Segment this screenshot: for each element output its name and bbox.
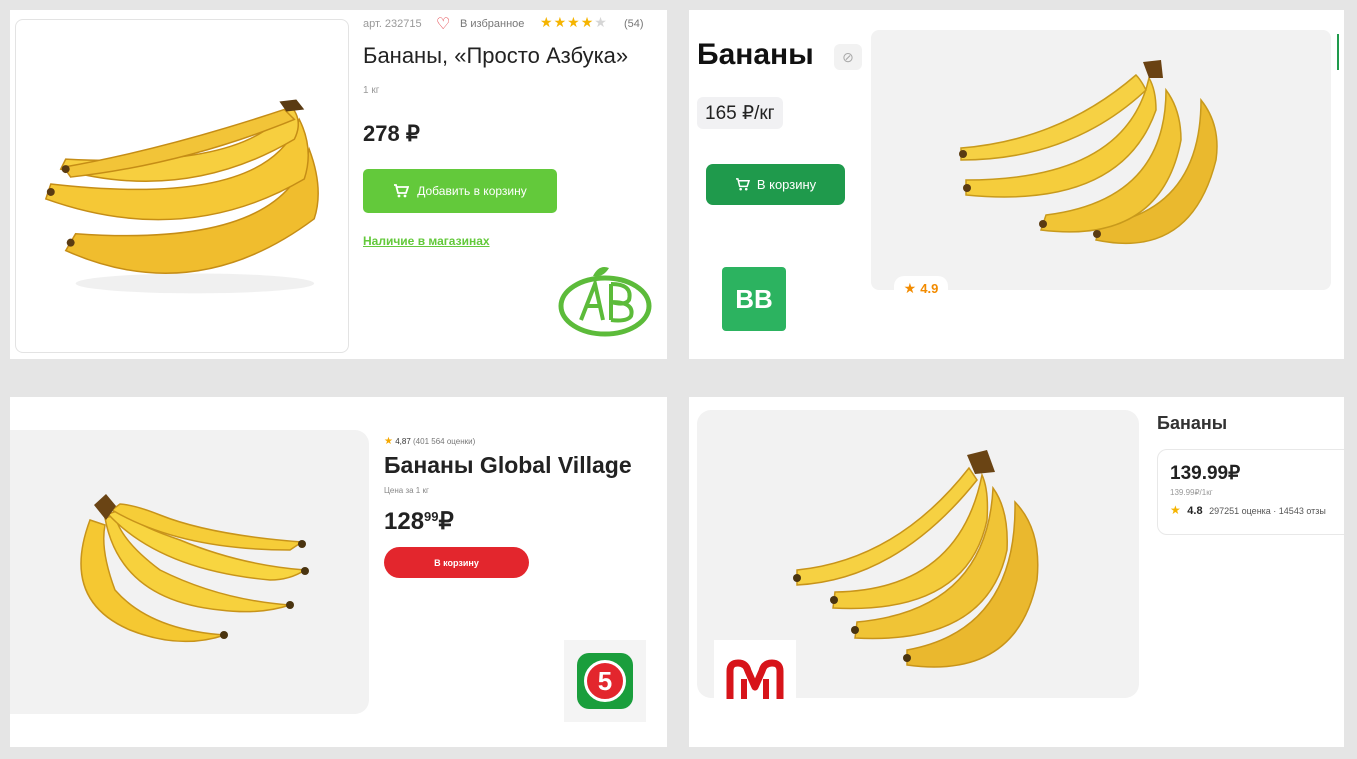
rating-row: ★ 4.8 297251 оценка · 14543 отзы — [1170, 503, 1326, 517]
price-currency: ₽ — [438, 508, 454, 535]
magnit-panel: Бананы 139.99₽ 139.99₽/1кг ★ 4.8 297251 … — [689, 397, 1344, 747]
star-icon: ★ — [903, 279, 917, 296]
logo-text: ВВ — [735, 283, 773, 314]
scroll-indicator[interactable] — [1337, 34, 1339, 70]
rating-row: ★ 4,87 (401 564 оценки) — [384, 436, 475, 447]
rating-badge: ★ 4.9 — [894, 276, 948, 300]
cart-icon — [735, 178, 750, 191]
star-icon: ★ — [540, 14, 554, 30]
rating-value: 4.8 — [1187, 505, 1203, 517]
rating-value: 4.9 — [920, 280, 939, 296]
product-title: Бананы Global Village — [384, 452, 632, 478]
product-title: Бананы, «Просто Азбука» — [363, 43, 629, 68]
product-weight: 1 кг — [363, 85, 380, 96]
product-image[interactable] — [10, 430, 369, 714]
product-title: Бананы — [1157, 413, 1228, 433]
rating-stars: ★★★★★ — [540, 14, 608, 32]
star-icon: ★ — [1170, 503, 1181, 517]
vkusvill-panel: Бананы ⊘ 165 ₽/кг В корзину ВВ ★ 4.9 — [689, 10, 1344, 359]
favorite-link[interactable]: В избранное — [460, 18, 524, 30]
star-icon: ★ — [553, 14, 568, 30]
product-title: Бананы — [697, 38, 814, 71]
price-cents: 99 — [424, 509, 439, 524]
heart-icon[interactable]: ♡ — [436, 14, 450, 34]
rating-details[interactable]: 297251 оценка · 14543 отзы — [1209, 506, 1326, 516]
magnit-logo — [714, 640, 796, 722]
product-image[interactable] — [15, 19, 349, 353]
logo-circle: 5 — [584, 660, 626, 702]
article-number: арт. 232715 — [363, 18, 422, 30]
pyaterochka-panel: ★ 4,87 (401 564 оценки) Бананы Global Vi… — [10, 397, 667, 747]
price-label: Цена за 1 кг — [384, 486, 429, 495]
azbuka-logo — [558, 267, 652, 337]
cart-icon — [394, 184, 410, 198]
price-card: 139.99₽ 139.99₽/1кг ★ 4.8 297251 оценка … — [1157, 449, 1344, 535]
copy-link-button[interactable]: ⊘ — [834, 44, 862, 70]
add-to-cart-label: Добавить в корзину — [417, 184, 527, 198]
unit-price: 139.99₽/1кг — [1170, 488, 1213, 497]
rating-value: 4,87 — [395, 437, 411, 446]
azbuka-panel: арт. 232715 ♡ В избранное ★★★★★ (54) Бан… — [10, 10, 667, 359]
star-icon: ★ — [594, 14, 608, 30]
star-icon: ★ — [580, 14, 595, 30]
add-to-cart-label: В корзину — [434, 557, 479, 568]
price-main: 128 — [384, 508, 425, 535]
pyaterochka-logo: 5 — [564, 640, 646, 722]
star-icon: ★ — [567, 14, 581, 30]
product-image[interactable] — [871, 30, 1331, 290]
review-count[interactable]: (54) — [624, 18, 644, 30]
add-to-cart-button[interactable]: В корзину — [384, 547, 529, 578]
add-to-cart-button[interactable]: В корзину — [706, 164, 845, 205]
logo-text: 5 — [597, 665, 613, 696]
magnit-m-icon — [726, 659, 784, 699]
star-icon: ★ — [384, 436, 393, 447]
add-to-cart-label: В корзину — [756, 177, 817, 192]
vkusvill-logo: ВВ — [722, 267, 786, 331]
product-price: 139.99₽ — [1170, 463, 1241, 484]
availability-link[interactable]: Наличие в магазинах — [363, 234, 490, 248]
logo-square: 5 — [577, 653, 633, 709]
link-icon: ⊘ — [842, 48, 854, 65]
product-price: 165 ₽/кг — [705, 102, 775, 124]
add-to-cart-button[interactable]: Добавить в корзину — [363, 169, 557, 213]
price-badge: 165 ₽/кг — [697, 97, 783, 129]
product-price: 12899₽ — [384, 507, 454, 536]
rating-count[interactable]: (401 564 оценки) — [413, 437, 475, 446]
product-price: 278 ₽ — [363, 121, 420, 146]
